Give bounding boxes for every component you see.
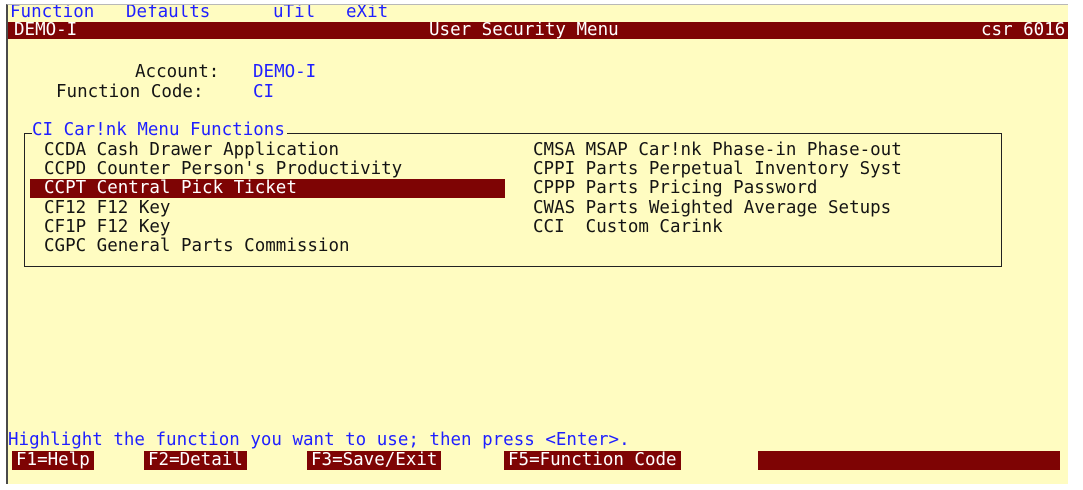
menu-util[interactable]: uTil bbox=[273, 5, 315, 22]
f2-detail-button[interactable]: F2=Detail bbox=[144, 451, 247, 470]
menu-exit[interactable]: eXit bbox=[346, 5, 388, 22]
title-bar: DEMO-I User Security Menu csr 6016 bbox=[8, 20, 1068, 40]
menu-option-cgpc[interactable]: CGPC General Parts Commission bbox=[44, 237, 350, 256]
fkey-bar-filler bbox=[758, 451, 1060, 470]
f5-function-code-button[interactable]: F5=Function Code bbox=[504, 451, 681, 470]
menu-option-cppi[interactable]: CPPI Parts Perpetual Inventory Syst bbox=[533, 160, 902, 179]
status-message: Highlight the function you want to use; … bbox=[8, 430, 630, 450]
menu-option-cf1p[interactable]: CF1P F12 Key bbox=[44, 218, 170, 237]
menu-option-cwas[interactable]: CWAS Parts Weighted Average Setups bbox=[533, 199, 891, 218]
terminal-screen: Function Defaults uTil eXit DEMO-I User … bbox=[6, 4, 1068, 484]
account-value[interactable]: DEMO-I bbox=[253, 63, 316, 82]
f1-help-button[interactable]: F1=Help bbox=[12, 451, 94, 470]
function-menu-title: CI Car!nk Menu Functions bbox=[32, 120, 287, 140]
menu-defaults[interactable]: Defaults bbox=[126, 5, 210, 22]
screen-title: User Security Menu bbox=[429, 20, 619, 40]
menu-option-cci[interactable]: CCI Custom Carink bbox=[533, 218, 723, 237]
menu-option-cmsa[interactable]: CMSA MSAP Car!nk Phase-in Phase-out bbox=[533, 141, 902, 160]
account-label: Account: bbox=[135, 62, 220, 82]
menu-option-cf12[interactable]: CF12 F12 Key bbox=[44, 199, 170, 218]
company-code: DEMO-I bbox=[14, 20, 78, 40]
menu-option-ccpd[interactable]: CCPD Counter Person's Productivity bbox=[44, 160, 402, 179]
user-id: csr 6016 bbox=[981, 20, 1066, 40]
menu-option-ccpt-selected[interactable]: CCPT Central Pick Ticket bbox=[30, 179, 505, 198]
function-key-bar: F1=Help F2=Detail F3=Save/Exit F5=Functi… bbox=[8, 451, 1068, 470]
function-code-label: Function Code: bbox=[56, 82, 204, 102]
f3-save-exit-button[interactable]: F3=Save/Exit bbox=[307, 451, 442, 470]
function-code-value[interactable]: CI bbox=[253, 83, 274, 102]
menu-option-cppp[interactable]: CPPP Parts Pricing Password bbox=[533, 179, 817, 198]
menu-option-ccda[interactable]: CCDA Cash Drawer Application bbox=[44, 141, 339, 160]
